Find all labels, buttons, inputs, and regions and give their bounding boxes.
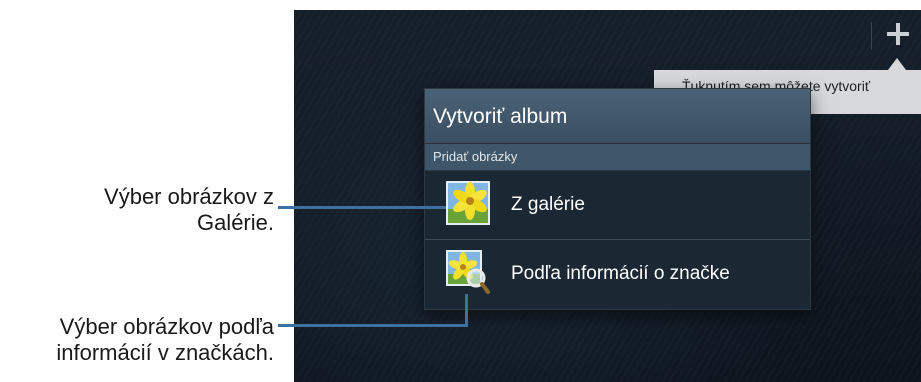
- option-from-gallery[interactable]: Z galérie: [425, 171, 810, 239]
- leader-tags-vertical: [465, 294, 468, 327]
- option-by-tag[interactable]: Podľa informácií o značke: [425, 239, 810, 308]
- option-from-gallery-label: Z galérie: [511, 194, 585, 215]
- plus-icon[interactable]: [880, 16, 916, 52]
- callout-tags-line2: informácií v značkách.: [56, 340, 274, 365]
- tooltip-arrow: [888, 58, 906, 70]
- tag-search-icon: [446, 250, 490, 294]
- callout-gallery: Výber obrázkov z Galérie.: [104, 184, 274, 236]
- callout-tags-line1: Výber obrázkov podľa: [59, 314, 274, 339]
- section-add-pictures: Pridať obrázky: [425, 144, 810, 171]
- callout-gallery-line1: Výber obrázkov z: [104, 184, 274, 209]
- option-by-tag-label: Podľa informácií o značke: [511, 263, 730, 284]
- leader-gallery-horizontal: [278, 206, 446, 209]
- toolbar-divider: [871, 22, 872, 50]
- leader-tags-horizontal: [278, 324, 468, 327]
- callout-gallery-line2: Galérie.: [196, 210, 274, 235]
- gallery-flower-icon: [446, 181, 490, 225]
- create-album-dialog: Vytvoriť album Pridať obrázky Z galérie: [425, 89, 810, 309]
- dialog-title: Vytvoriť album: [425, 89, 810, 144]
- callout-tags: Výber obrázkov podľa informácií v značká…: [56, 314, 274, 366]
